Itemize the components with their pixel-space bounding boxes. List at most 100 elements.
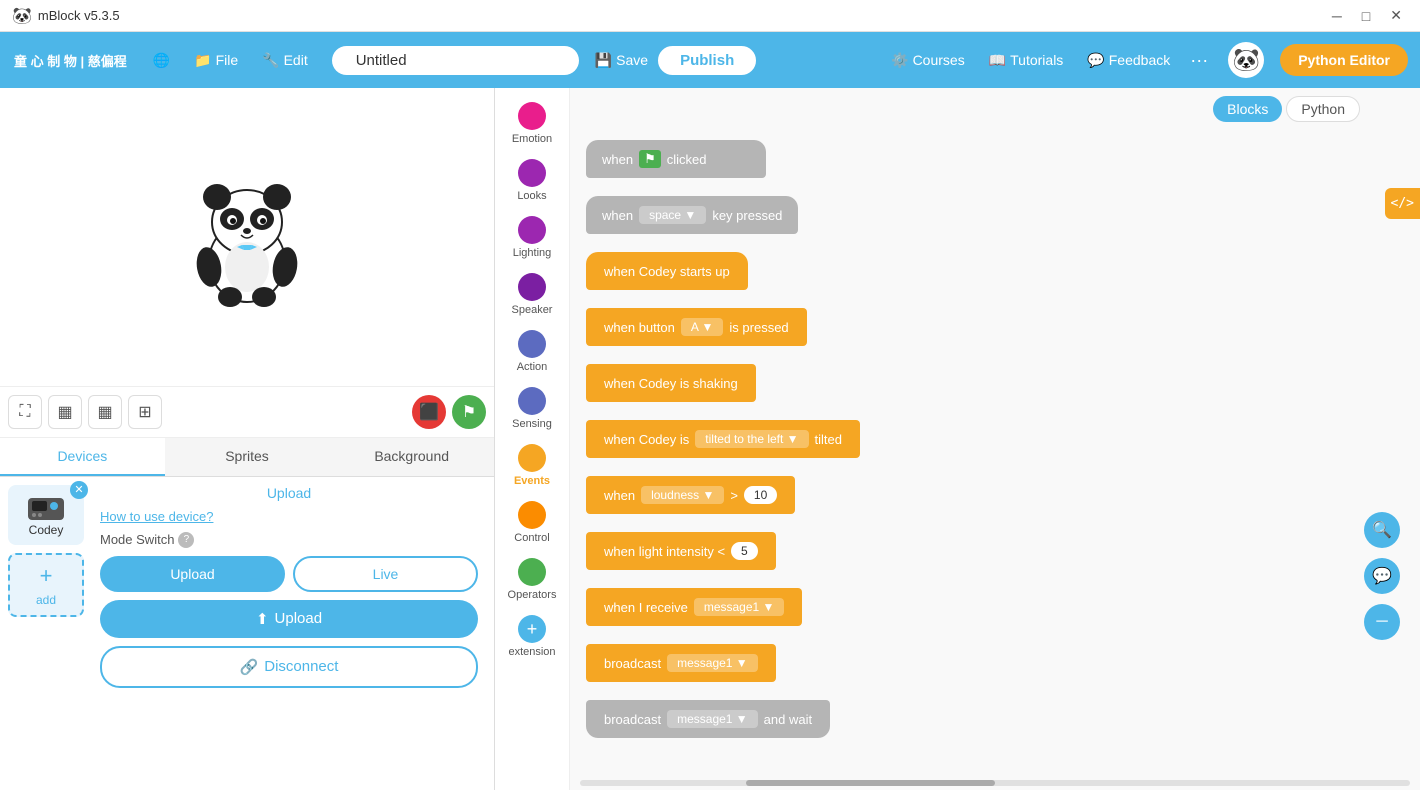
codey-device-card[interactable]: ✕ Codey (8, 485, 84, 545)
upload-main-icon: ⬆ (256, 610, 269, 628)
control-dot (518, 501, 546, 529)
category-sensing[interactable]: Sensing (497, 381, 567, 436)
tab-devices[interactable]: Devices (0, 438, 165, 476)
courses-button[interactable]: ⚙️ Courses (883, 48, 973, 73)
category-operators[interactable]: Operators (497, 552, 567, 607)
minus-icon: ─ (1376, 613, 1387, 631)
search-button[interactable]: 🔍 (1364, 512, 1400, 548)
chat-button[interactable]: 💬 (1364, 558, 1400, 594)
stop-button[interactable]: ⬛ (412, 395, 446, 429)
add-device-button[interactable]: + add (8, 553, 84, 617)
category-control[interactable]: Control (497, 495, 567, 550)
device-name: Codey (29, 523, 64, 537)
category-extension[interactable]: + extension (497, 609, 567, 664)
disconnect-icon: 🔗 (240, 658, 259, 676)
block-when-key-pressed[interactable]: when space ▼ key pressed (586, 196, 1404, 242)
device-close-button[interactable]: ✕ (70, 481, 88, 499)
scrollbar-thumb[interactable] (746, 780, 995, 786)
feedback-button[interactable]: 💬 Feedback (1079, 48, 1178, 73)
broadcast-wait-dropdown[interactable]: message1 ▼ (667, 710, 758, 728)
horizontal-scrollbar[interactable] (580, 780, 1410, 786)
upload-link[interactable]: Upload (100, 485, 478, 501)
mode-switch-info-icon[interactable]: ? (178, 532, 194, 548)
code-toggle-button[interactable]: </> (1385, 188, 1420, 219)
lighting-label: Lighting (513, 247, 552, 259)
file-menu[interactable]: 📁 File (186, 48, 246, 73)
file-icon: 📁 (194, 52, 211, 69)
app-title: mBlock v5.3.5 (38, 8, 1326, 23)
block-when-flag-clicked[interactable]: when ⚑ clicked (586, 140, 1404, 186)
block-when-codey-starts[interactable]: when Codey starts up (586, 252, 1404, 298)
minimize-button[interactable]: ─ (1326, 5, 1348, 26)
block-broadcast[interactable]: broadcast message1 ▼ (586, 644, 1404, 690)
operators-label: Operators (508, 589, 557, 601)
globe-icon-button[interactable]: 🌐 (145, 48, 178, 73)
fullscreen-button[interactable]: ⛶ (8, 395, 42, 429)
how-to-use-link[interactable]: How to use device? (100, 509, 478, 524)
blocks-tab-button[interactable]: Blocks (1213, 96, 1282, 122)
more-button[interactable]: ··· (1186, 50, 1212, 71)
block-when-button[interactable]: when button A ▼ is pressed (586, 308, 1404, 354)
tilt-dropdown[interactable]: tilted to the left ▼ (695, 430, 808, 448)
avatar[interactable]: 🐼 (1228, 42, 1264, 78)
receive-dropdown[interactable]: message1 ▼ (694, 598, 785, 616)
category-speaker[interactable]: Speaker (497, 267, 567, 322)
tutorials-button[interactable]: 📖 Tutorials (981, 48, 1072, 73)
loudness-value[interactable]: 10 (744, 486, 777, 504)
upload-mode-button[interactable]: Upload (100, 556, 285, 592)
category-action[interactable]: Action (497, 324, 567, 379)
block-when-text: when (602, 152, 633, 167)
live-mode-button[interactable]: Live (293, 556, 478, 592)
courses-icon: ⚙️ (891, 52, 908, 69)
operators-dot (518, 558, 546, 586)
medium-stage-button[interactable]: ▦ (88, 395, 122, 429)
block-when-light[interactable]: when light intensity < 5 (586, 532, 1404, 578)
categories-panel: Emotion Looks Lighting Speaker Action Se… (495, 88, 570, 790)
category-looks[interactable]: Looks (497, 153, 567, 208)
extension-label: extension (508, 646, 555, 658)
block-when-tilted[interactable]: when Codey is tilted to the left ▼ tilte… (586, 420, 1404, 466)
upload-main-button[interactable]: ⬆ Upload (100, 600, 478, 638)
broadcast-dropdown[interactable]: message1 ▼ (667, 654, 758, 672)
edit-menu[interactable]: 🔧 Edit (254, 48, 316, 73)
loudness-dropdown[interactable]: loudness ▼ (641, 486, 724, 504)
small-stage-button[interactable]: ▦ (48, 395, 82, 429)
tabs-panel: Devices Sprites Background (0, 438, 494, 477)
maximize-button[interactable]: □ (1356, 5, 1376, 26)
tab-background[interactable]: Background (329, 438, 494, 476)
block-broadcast-wait[interactable]: broadcast message1 ▼ and wait (586, 700, 1404, 746)
blocks-list: when ⚑ clicked when space ▼ key pressed … (586, 140, 1404, 746)
control-label: Control (514, 532, 549, 544)
category-events[interactable]: Events (497, 438, 567, 493)
tab-sprites[interactable]: Sprites (165, 438, 330, 476)
extension-plus-icon: + (518, 615, 546, 643)
python-editor-button[interactable]: Python Editor (1280, 44, 1408, 76)
project-name-input[interactable] (332, 46, 579, 75)
block-when-receive[interactable]: when I receive message1 ▼ (586, 588, 1404, 634)
play-button[interactable]: ⚑ (452, 395, 486, 429)
minus-button[interactable]: ─ (1364, 604, 1400, 640)
save-button[interactable]: 💾 💾 Save Save (595, 52, 648, 69)
title-bar: 🐼 mBlock v5.3.5 ─ □ ✕ (0, 0, 1420, 32)
block-when-loudness[interactable]: when loudness ▼ > 10 (586, 476, 1404, 522)
block-when-shaking[interactable]: when Codey is shaking (586, 364, 1404, 410)
category-emotion[interactable]: Emotion (497, 96, 567, 151)
publish-button[interactable]: Publish (656, 44, 758, 77)
close-button[interactable]: ✕ (1384, 5, 1408, 26)
tutorials-icon: 📖 (989, 52, 1006, 69)
save-icon: 💾 (595, 52, 612, 69)
blocks-panel-header: Blocks Python (1213, 96, 1360, 122)
button-dropdown[interactable]: A ▼ (681, 318, 724, 336)
stage-area (0, 88, 494, 387)
python-tab-button[interactable]: Python (1286, 96, 1360, 122)
feedback-icon: 💬 (1087, 52, 1104, 69)
key-dropdown[interactable]: space ▼ (639, 206, 706, 224)
add-label: add (36, 593, 56, 607)
app-icon: 🐼 (12, 6, 32, 26)
category-lighting[interactable]: Lighting (497, 210, 567, 265)
events-label: Events (514, 475, 550, 487)
light-value[interactable]: 5 (731, 542, 758, 560)
grid-stage-button[interactable]: ⊞ (128, 395, 162, 429)
disconnect-button[interactable]: 🔗 Disconnect (100, 646, 478, 688)
blocks-panel: Blocks Python </> when ⚑ clicked when sp… (570, 88, 1420, 790)
